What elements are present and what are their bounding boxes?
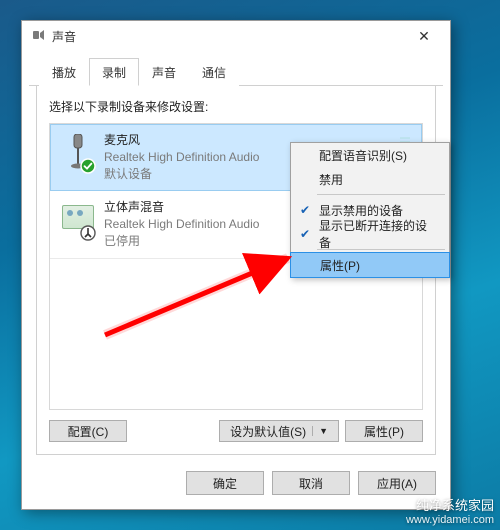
bottom-button-row: 配置(C) 设为默认值(S) ▼ 属性(P) <box>49 420 423 442</box>
menu-configure-speech[interactable]: 配置语音识别(S) <box>291 143 449 167</box>
properties-button[interactable]: 属性(P) <box>345 420 423 442</box>
chevron-down-icon: ▼ <box>312 426 328 436</box>
cancel-button[interactable]: 取消 <box>272 471 350 495</box>
menu-properties[interactable]: 属性(P) <box>290 252 450 278</box>
menu-show-disconnected[interactable]: ✔ 显示已断开连接的设备 <box>291 222 449 246</box>
ok-button[interactable]: 确定 <box>186 471 264 495</box>
menu-label: 显示已断开连接的设备 <box>319 217 437 251</box>
menu-separator <box>317 194 445 195</box>
tab-row: 播放 录制 声音 通信 <box>29 51 443 86</box>
instruction-text: 选择以下录制设备来修改设置: <box>49 98 423 115</box>
apply-button[interactable]: 应用(A) <box>358 471 436 495</box>
tab-playback[interactable]: 播放 <box>39 58 89 86</box>
set-default-button[interactable]: 设为默认值(S) ▼ <box>219 420 339 442</box>
watermark: 纯净系统家园 www.yidamei.com <box>406 498 494 528</box>
menu-label: 显示禁用的设备 <box>319 202 403 219</box>
app-icon <box>30 28 46 44</box>
close-button[interactable]: ✕ <box>404 24 444 48</box>
dialog-actions: 确定 取消 应用(A) <box>22 463 450 509</box>
configure-button[interactable]: 配置(C) <box>49 420 127 442</box>
context-menu[interactable]: 配置语音识别(S) 禁用 ✔ 显示禁用的设备 ✔ 显示已断开连接的设备 属性(P… <box>290 142 450 278</box>
tab-communications[interactable]: 通信 <box>189 58 239 86</box>
disabled-badge-icon <box>80 225 96 241</box>
watermark-url: www.yidamei.com <box>406 514 494 528</box>
stereo-mix-icon <box>60 199 94 239</box>
titlebar: 声音 ✕ <box>22 21 450 51</box>
tab-recording[interactable]: 录制 <box>89 58 139 86</box>
check-icon: ✔ <box>297 226 313 242</box>
default-badge-icon <box>80 158 96 174</box>
check-icon: ✔ <box>297 202 313 218</box>
watermark-title: 纯净系统家园 <box>406 498 494 514</box>
set-default-label: 设为默认值(S) <box>230 423 306 440</box>
tab-sounds[interactable]: 声音 <box>139 58 189 86</box>
microphone-icon <box>60 132 94 172</box>
menu-disable[interactable]: 禁用 <box>291 167 449 191</box>
window-title: 声音 <box>52 28 404 45</box>
